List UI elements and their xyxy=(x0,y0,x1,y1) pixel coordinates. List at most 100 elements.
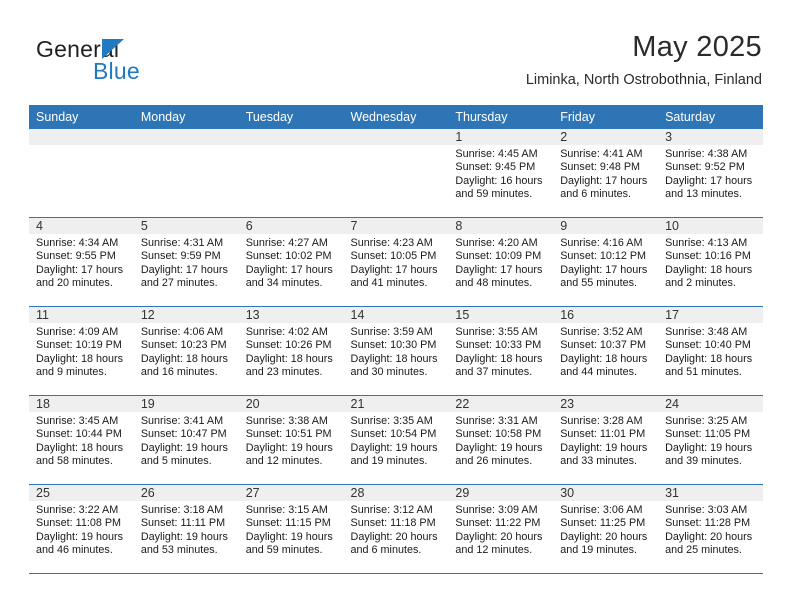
calendar-day-cell[interactable]: 2 Sunrise: 4:41 AM Sunset: 9:48 PM Daylight… xyxy=(553,129,659,218)
calendar-day-cell[interactable]: 11 Sunrise: 4:09 AM Sunset: 10:19 PM Daylig… xyxy=(29,306,134,396)
calendar-day-cell[interactable]: 4 Sunrise: 4:34 AM Sunset: 9:55 PM Daylight… xyxy=(29,217,134,307)
day-detail-sunset: Sunset: 11:22 PM xyxy=(455,517,541,530)
day-detail-sunrise: Sunrise: 3:55 AM xyxy=(455,326,538,338)
day-detail-daylight-2: and 55 minutes. xyxy=(560,277,638,290)
day-details: Sunrise: 3:03 AM Sunset: 11:28 PM Daylight… xyxy=(658,501,763,558)
day-cell-inner: 8 Sunrise: 4:20 AM Sunset: 10:09 PM Dayligh… xyxy=(448,218,554,306)
day-details: Sunrise: 3:22 AM Sunset: 11:08 PM Daylight… xyxy=(29,501,134,558)
day-number: 27 xyxy=(238,485,344,501)
day-detail-daylight-1: Daylight: 16 hours xyxy=(455,174,543,187)
day-cell-inner: 15 Sunrise: 3:55 AM Sunset: 10:33 PM Daylig… xyxy=(448,307,554,395)
day-details: Sunrise: 3:18 AM Sunset: 11:11 PM Daylight… xyxy=(134,501,239,558)
day-details: Sunrise: 4:02 AM Sunset: 10:26 PM Daylight… xyxy=(239,323,344,380)
day-detail-daylight-1: Daylight: 18 hours xyxy=(140,352,228,365)
day-detail-sunrise: Sunrise: 4:16 AM xyxy=(560,237,643,249)
calendar-week-row: 1 Sunrise: 4:45 AM Sunset: 9:45 PM Daylight… xyxy=(29,129,763,218)
calendar-day-cell[interactable]: 15 Sunrise: 3:55 AM Sunset: 10:33 PM Daylig… xyxy=(448,306,554,396)
day-detail-sunrise: Sunrise: 3:22 AM xyxy=(36,504,119,516)
calendar-day-cell[interactable]: 29 Sunrise: 3:09 AM Sunset: 11:22 PM Daylig… xyxy=(448,484,554,574)
day-detail-daylight-2: and 39 minutes. xyxy=(665,455,742,468)
day-detail-daylight-1: Daylight: 17 hours xyxy=(245,263,333,276)
calendar-day-cell[interactable]: 19 Sunrise: 3:41 AM Sunset: 10:47 PM Daylig… xyxy=(133,395,239,485)
day-detail-sunrise: Sunrise: 4:09 AM xyxy=(36,326,119,338)
day-detail-daylight-2: and 53 minutes. xyxy=(140,544,218,557)
calendar-day-cell[interactable]: 21 Sunrise: 3:35 AM Sunset: 10:54 PM Daylig… xyxy=(343,395,449,485)
calendar-day-cell[interactable]: 18 Sunrise: 3:45 AM Sunset: 10:44 PM Daylig… xyxy=(29,395,134,485)
day-detail-daylight-2: and 12 minutes. xyxy=(245,455,323,468)
calendar-day-cell[interactable]: 27 Sunrise: 3:15 AM Sunset: 11:15 PM Daylig… xyxy=(238,484,344,574)
calendar-day-cell[interactable]: 8 Sunrise: 4:20 AM Sunset: 10:09 PM Dayligh… xyxy=(448,217,554,307)
day-detail-daylight-1: Daylight: 17 hours xyxy=(350,263,438,276)
calendar-day-cell[interactable]: 23 Sunrise: 3:28 AM Sunset: 11:01 PM Daylig… xyxy=(553,395,659,485)
day-details: Sunrise: 4:31 AM Sunset: 9:59 PM Daylight:… xyxy=(134,234,239,291)
day-detail-daylight-2: and 6 minutes. xyxy=(560,188,632,201)
day-number: 23 xyxy=(553,396,659,412)
day-detail-sunrise: Sunrise: 4:06 AM xyxy=(140,326,224,338)
weekday-header-wednesday: Wednesday xyxy=(343,105,449,129)
day-detail-sunrise: Sunrise: 3:09 AM xyxy=(455,504,538,516)
day-detail-daylight-1: Daylight: 20 hours xyxy=(665,530,753,543)
day-detail-sunset: Sunset: 10:51 PM xyxy=(245,428,332,441)
day-number: 15 xyxy=(448,307,554,323)
day-detail-daylight-2: and 30 minutes. xyxy=(350,366,428,379)
day-detail-daylight-2: and 58 minutes. xyxy=(36,455,113,468)
day-number: 3 xyxy=(658,129,763,145)
calendar-day-cell[interactable]: 20 Sunrise: 3:38 AM Sunset: 10:51 PM Daylig… xyxy=(238,395,344,485)
day-detail-daylight-1: Daylight: 18 hours xyxy=(36,441,124,454)
day-detail-daylight-1: Daylight: 17 hours xyxy=(560,263,648,276)
calendar-day-cell[interactable]: 28 Sunrise: 3:12 AM Sunset: 11:18 PM Daylig… xyxy=(343,484,449,574)
day-detail-daylight-1: Daylight: 17 hours xyxy=(140,263,228,276)
calendar-day-cell[interactable]: 10 Sunrise: 4:13 AM Sunset: 10:16 PM Daylig… xyxy=(658,217,763,307)
day-details: Sunrise: 3:31 AM Sunset: 10:58 PM Daylight… xyxy=(448,412,553,469)
calendar-day-cell[interactable]: 3 Sunrise: 4:38 AM Sunset: 9:52 PM Daylight… xyxy=(658,129,763,218)
calendar-day-cell[interactable]: 13 Sunrise: 4:02 AM Sunset: 10:26 PM Daylig… xyxy=(238,306,344,396)
calendar-day-cell[interactable]: 22 Sunrise: 3:31 AM Sunset: 10:58 PM Daylig… xyxy=(448,395,554,485)
day-detail-daylight-1: Daylight: 20 hours xyxy=(455,530,543,543)
day-detail-daylight-1: Daylight: 19 hours xyxy=(36,530,124,543)
calendar-day-cell[interactable]: 17 Sunrise: 3:48 AM Sunset: 10:40 PM Daylig… xyxy=(658,306,763,396)
day-detail-sunrise: Sunrise: 4:20 AM xyxy=(455,237,538,249)
day-detail-daylight-1: Daylight: 17 hours xyxy=(36,263,124,276)
day-detail-sunset: Sunset: 9:48 PM xyxy=(560,161,641,174)
calendar-day-cell[interactable]: 24 Sunrise: 3:25 AM Sunset: 11:05 PM Daylig… xyxy=(658,395,763,485)
calendar-day-cell[interactable]: 26 Sunrise: 3:18 AM Sunset: 11:11 PM Daylig… xyxy=(133,484,239,574)
calendar-day-cell[interactable]: 7 Sunrise: 4:23 AM Sunset: 10:05 PM Dayligh… xyxy=(343,217,449,307)
calendar-day-cell[interactable]: 5 Sunrise: 4:31 AM Sunset: 9:59 PM Daylight… xyxy=(133,217,239,307)
day-detail-sunrise: Sunrise: 3:06 AM xyxy=(560,504,643,516)
day-detail-sunset: Sunset: 9:59 PM xyxy=(140,250,221,263)
day-detail-daylight-2: and 46 minutes. xyxy=(36,544,113,557)
calendar-day-cell[interactable]: 25 Sunrise: 3:22 AM Sunset: 11:08 PM Daylig… xyxy=(29,484,134,574)
day-number xyxy=(29,129,134,145)
day-cell-inner: 6 Sunrise: 4:27 AM Sunset: 10:02 PM Dayligh… xyxy=(238,218,344,306)
day-detail-sunset: Sunset: 11:05 PM xyxy=(665,428,751,441)
day-detail-daylight-2: and 59 minutes. xyxy=(455,188,533,201)
calendar-day-cell[interactable]: 30 Sunrise: 3:06 AM Sunset: 11:25 PM Daylig… xyxy=(553,484,659,574)
day-detail-sunrise: Sunrise: 3:59 AM xyxy=(350,326,433,338)
day-detail-daylight-1: Daylight: 18 hours xyxy=(560,352,648,365)
day-details: Sunrise: 3:15 AM Sunset: 11:15 PM Daylight… xyxy=(239,501,344,558)
day-detail-daylight-2: and 44 minutes. xyxy=(560,366,638,379)
day-number: 12 xyxy=(133,307,239,323)
calendar-day-cell[interactable]: 31 Sunrise: 3:03 AM Sunset: 11:28 PM Daylig… xyxy=(658,484,763,574)
calendar-header-row: Sunday Monday Tuesday Wednesday Thursday… xyxy=(29,105,763,129)
weekday-header-thursday: Thursday xyxy=(448,105,554,129)
calendar-day-cell[interactable]: 14 Sunrise: 3:59 AM Sunset: 10:30 PM Daylig… xyxy=(343,306,449,396)
calendar-day-cell[interactable]: 16 Sunrise: 3:52 AM Sunset: 10:37 PM Daylig… xyxy=(553,306,659,396)
calendar-day-cell[interactable]: 6 Sunrise: 4:27 AM Sunset: 10:02 PM Dayligh… xyxy=(238,217,344,307)
day-detail-sunrise: Sunrise: 3:48 AM xyxy=(665,326,748,338)
calendar-week-row: 25 Sunrise: 3:22 AM Sunset: 11:08 PM Daylig… xyxy=(29,484,763,574)
day-number: 5 xyxy=(133,218,239,234)
calendar-day-cell[interactable]: 9 Sunrise: 4:16 AM Sunset: 10:12 PM Dayligh… xyxy=(553,217,659,307)
day-cell-inner: 25 Sunrise: 3:22 AM Sunset: 11:08 PM Daylig… xyxy=(29,485,134,573)
calendar-day-cell[interactable]: 12 Sunrise: 4:06 AM Sunset: 10:23 PM Daylig… xyxy=(133,306,239,396)
day-detail-sunset: Sunset: 10:23 PM xyxy=(140,339,227,352)
day-number xyxy=(238,129,344,145)
day-details: Sunrise: 3:45 AM Sunset: 10:44 PM Daylight… xyxy=(29,412,134,469)
day-detail-daylight-2: and 23 minutes. xyxy=(245,366,323,379)
day-detail-daylight-1: Daylight: 19 hours xyxy=(455,441,543,454)
day-detail-sunset: Sunset: 10:12 PM xyxy=(560,250,647,263)
calendar-day-cell[interactable]: 1 Sunrise: 4:45 AM Sunset: 9:45 PM Daylight… xyxy=(448,129,554,218)
day-detail-daylight-1: Daylight: 19 hours xyxy=(140,441,228,454)
day-details: Sunrise: 4:23 AM Sunset: 10:05 PM Daylight… xyxy=(344,234,449,291)
day-detail-sunset: Sunset: 11:08 PM xyxy=(36,517,122,530)
